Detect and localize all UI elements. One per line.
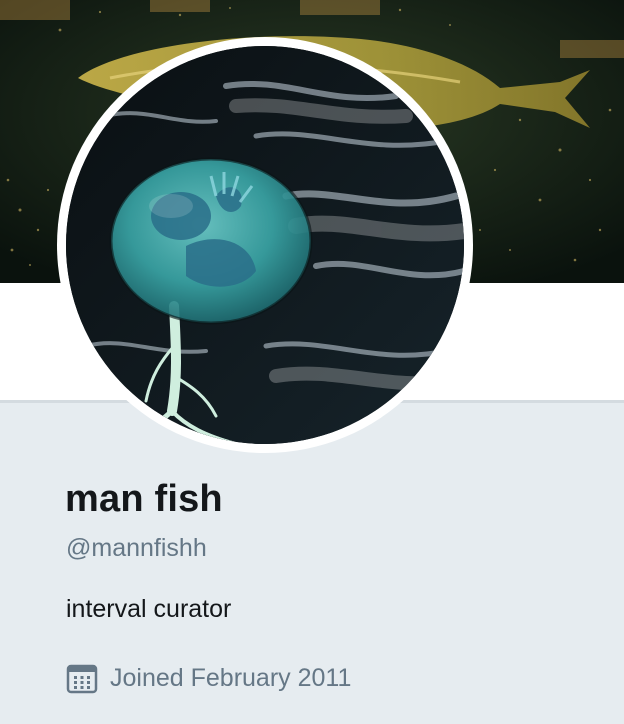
profile-page: man fish @mannfishh interval curator Joi… [0, 0, 624, 724]
avatar[interactable] [57, 37, 473, 453]
joined-date-text: Joined February 2011 [110, 663, 352, 692]
joined-date: Joined February 2011 [66, 660, 351, 696]
avatar-image[interactable] [66, 46, 464, 444]
profile-name: man fish [65, 478, 223, 520]
profile-handle[interactable]: @mannfishh [66, 534, 207, 563]
calendar-icon [66, 662, 98, 694]
profile-bio: interval curator [66, 595, 232, 623]
